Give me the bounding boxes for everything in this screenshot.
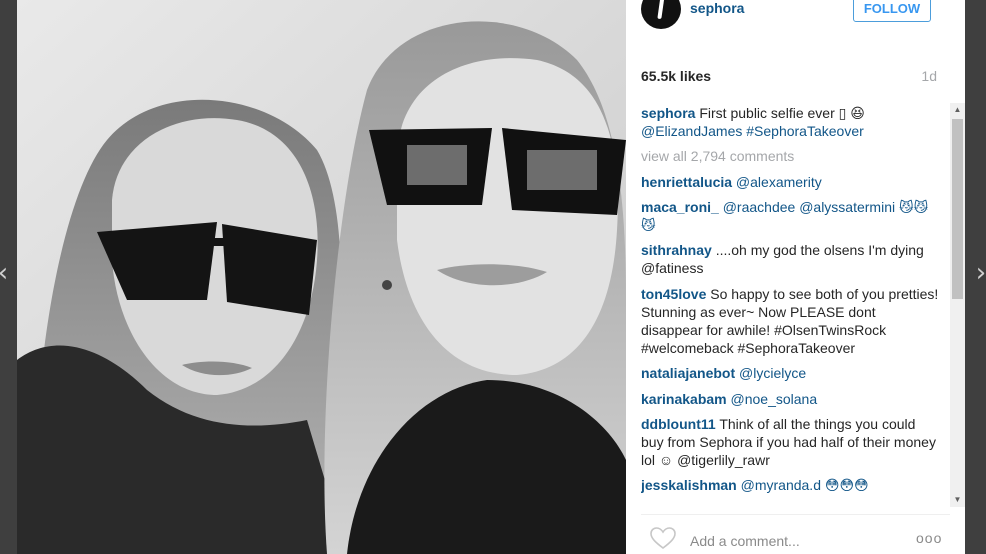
post-stats: 65.5k likes 1d — [641, 68, 937, 88]
add-comment-input[interactable] — [690, 530, 900, 552]
comment-text[interactable]: @myranda.d 😳😳😳 — [741, 477, 869, 493]
comment-item: karinakabam @noe_solana — [641, 390, 941, 408]
comment-item: maca_roni_ @raachdee @alyssatermini 😼😼😼 — [641, 198, 941, 234]
comment-item: jesskalishman @myranda.d 😳😳😳 — [641, 476, 941, 494]
caption-text: First public selfie ever ▯ 😆 — [699, 105, 865, 121]
caption-tags[interactable]: @ElizandJames #SephoraTakeover — [641, 123, 864, 139]
sephora-logo-avatar[interactable] — [641, 0, 681, 29]
post-photo — [17, 0, 626, 554]
comment-username[interactable]: maca_roni_ — [641, 199, 719, 215]
comment-text[interactable]: @alexamerity — [736, 174, 822, 190]
view-all-comments-link[interactable]: view all 2,794 comments — [641, 147, 941, 165]
sephora-logo-icon — [657, 0, 665, 20]
comment-username[interactable]: ddblount11 — [641, 416, 716, 432]
comment-text[interactable]: @lycielyce — [739, 365, 806, 381]
follow-button[interactable]: FOLLOW — [853, 0, 931, 22]
more-options-button[interactable]: ooo — [916, 530, 942, 546]
scroll-up-arrow-icon[interactable]: ▲ — [950, 103, 965, 117]
selfie-image — [17, 0, 626, 554]
comment-username[interactable]: jesskalishman — [641, 477, 737, 493]
comment-item: ddblount11 Think of all the things you c… — [641, 415, 941, 470]
scroll-down-arrow-icon[interactable]: ▼ — [950, 493, 965, 507]
caption: sephora First public selfie ever ▯ 😆 @El… — [641, 104, 941, 140]
post-username[interactable]: sephora — [690, 0, 744, 16]
comment-item: nataliajanebot @lycielyce — [641, 364, 941, 382]
likes-count[interactable]: 65.5k likes — [641, 68, 711, 84]
comments-scrollbar[interactable]: ▲ ▼ — [950, 103, 965, 507]
heart-icon[interactable] — [649, 526, 677, 550]
comment-item: ton45love So happy to see both of you pr… — [641, 285, 941, 358]
previous-post-arrow[interactable]: ‹ — [0, 258, 10, 288]
post-header: sephora FOLLOW — [626, 0, 965, 36]
divider — [641, 514, 950, 515]
comment-item: sithrahnay ....oh my god the olsens I'm … — [641, 241, 941, 277]
comment-text[interactable]: @noe_solana — [731, 391, 818, 407]
post-sidebar: sephora FOLLOW 65.5k likes 1d sephora Fi… — [626, 0, 965, 554]
comment-username[interactable]: nataliajanebot — [641, 365, 735, 381]
next-post-arrow[interactable]: › — [974, 258, 986, 288]
comment-item: henriettalucia @alexamerity — [641, 173, 941, 191]
scroll-thumb[interactable] — [952, 119, 963, 299]
comment-username[interactable]: karinakabam — [641, 391, 727, 407]
comments-list: sephora First public selfie ever ▯ 😆 @El… — [641, 104, 941, 507]
comment-username[interactable]: sithrahnay — [641, 242, 712, 258]
caption-username[interactable]: sephora — [641, 105, 695, 121]
comment-username[interactable]: henriettalucia — [641, 174, 732, 190]
comment-username[interactable]: ton45love — [641, 286, 706, 302]
post-age[interactable]: 1d — [921, 68, 937, 84]
post-modal: sephora FOLLOW 65.5k likes 1d sephora Fi… — [17, 0, 965, 554]
